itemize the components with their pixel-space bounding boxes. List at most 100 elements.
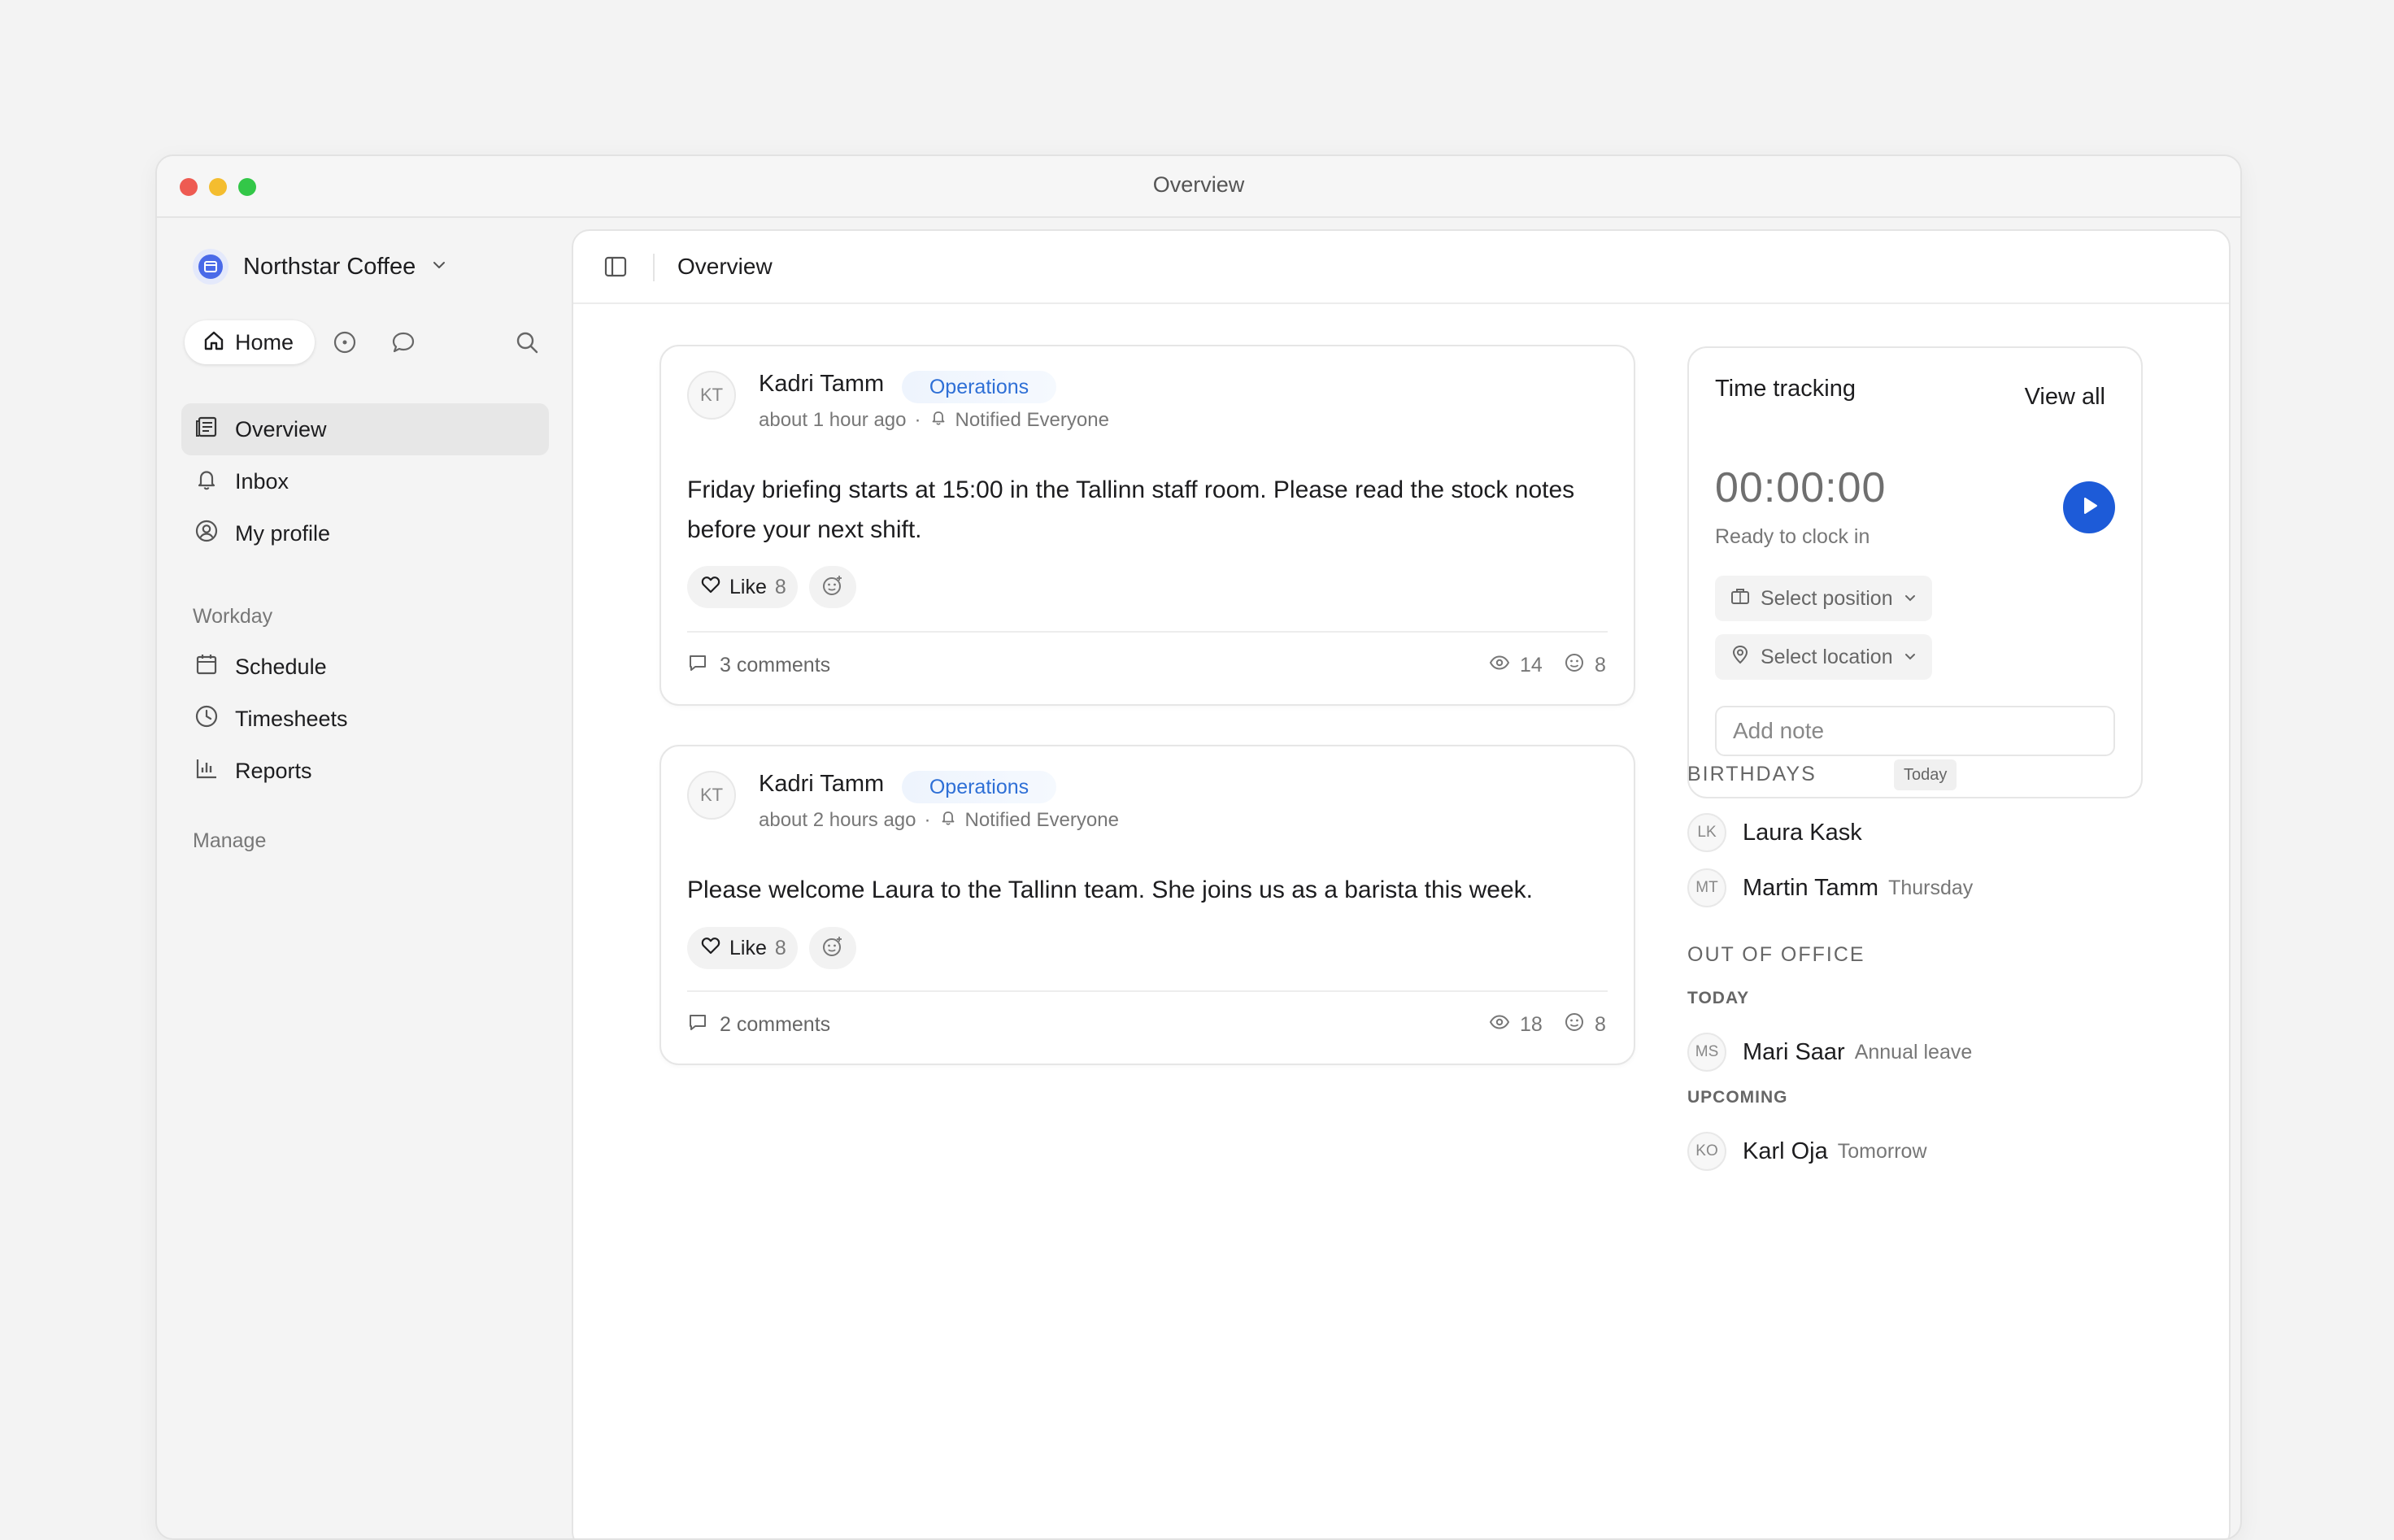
avatar: MS <box>1687 1033 1726 1072</box>
post-author[interactable]: Kadri Tamm <box>759 371 884 398</box>
smile-icon <box>1564 652 1585 679</box>
sidebar-item-label: My profile <box>235 520 331 546</box>
post-author[interactable]: Kadri Tamm <box>759 771 884 798</box>
search-icon[interactable] <box>515 330 539 355</box>
bar-chart-icon <box>194 756 219 786</box>
section-label-manage: Manage <box>193 829 267 852</box>
chevron-down-icon <box>1903 587 1917 611</box>
comments-count: 3 comments <box>720 654 831 676</box>
today-subheading: TODAY <box>1687 989 1750 1007</box>
out-of-office-person[interactable]: MS Mari Saar Annual leave <box>1687 1033 1972 1072</box>
bell-icon <box>939 808 957 832</box>
views-count: 14 <box>1520 654 1543 676</box>
post-card: KT Kadri Tamm Operations about 2 hours a… <box>659 745 1635 1065</box>
top-nav: Home <box>185 320 551 364</box>
upcoming-subheading: UPCOMING <box>1687 1088 1788 1107</box>
calendar-icon <box>194 652 219 682</box>
post-time: about 2 hours ago <box>759 808 916 831</box>
sidebar-item-schedule[interactable]: Schedule <box>181 641 549 693</box>
sidebar-item-my-profile[interactable]: My profile <box>181 507 549 559</box>
sidebar-item-reports[interactable]: Reports <box>181 745 549 797</box>
team-tag[interactable]: Operations <box>902 771 1056 803</box>
sidebar-item-timesheets[interactable]: Timesheets <box>181 693 549 745</box>
post-meta: about 1 hour ago · Notified Everyone <box>759 408 1109 432</box>
like-button[interactable]: Like 8 <box>687 566 798 608</box>
views-stat: 14 <box>1489 652 1543 679</box>
sidebar-item-inbox[interactable]: Inbox <box>181 455 549 507</box>
primary-menu: Overview Inbox My profile <box>181 403 549 559</box>
person-note: Annual leave <box>1854 1040 1973 1064</box>
chevron-down-icon <box>430 256 448 278</box>
like-button[interactable]: Like 8 <box>687 927 798 969</box>
activity-icon[interactable] <box>333 330 357 355</box>
post-body: Please welcome Laura to the Tallinn team… <box>687 877 1534 903</box>
post-meta: about 2 hours ago · Notified Everyone <box>759 808 1119 832</box>
sidebar-item-label: Timesheets <box>235 706 348 731</box>
avatar: KO <box>1687 1132 1726 1171</box>
comments-link[interactable]: 2 comments <box>687 1011 830 1038</box>
sidebar-item-label: Reports <box>235 758 312 783</box>
map-pin-icon <box>1730 644 1751 671</box>
select-location-label: Select location <box>1761 645 1893 668</box>
out-of-office-heading: OUT OF OFFICE <box>1687 943 1865 966</box>
workspace-switcher[interactable]: Northstar Coffee <box>193 249 448 285</box>
sidebar-item-label: Overview <box>235 416 327 442</box>
clock-in-button[interactable] <box>2063 481 2115 533</box>
eye-icon <box>1489 652 1510 679</box>
out-of-office-person[interactable]: KO Karl Oja Tomorrow <box>1687 1132 1927 1171</box>
workday-menu: Schedule Timesheets Reports <box>181 641 549 797</box>
post-divider <box>687 990 1608 992</box>
clock-icon <box>194 704 219 734</box>
main-header: Overview <box>573 231 2229 304</box>
notified-label: Notified Everyone <box>964 808 1119 831</box>
person-note: Tomorrow <box>1837 1139 1927 1163</box>
select-location-dropdown[interactable]: Select location <box>1715 634 1932 680</box>
chat-icon[interactable] <box>391 330 416 355</box>
chevron-down-icon <box>1903 646 1917 669</box>
eye-icon <box>1489 1011 1510 1038</box>
person-name: Martin Tamm <box>1743 874 1879 901</box>
view-all-link[interactable]: View all <box>2025 384 2105 411</box>
workspace-logo-icon <box>193 249 229 285</box>
person-note: Thursday <box>1888 876 1974 899</box>
home-tab[interactable]: Home <box>185 320 315 364</box>
reactions-stat: 8 <box>1564 1011 1606 1038</box>
add-emoji-icon <box>821 574 844 601</box>
add-reaction-button[interactable] <box>809 566 856 608</box>
like-label: Like <box>729 575 767 598</box>
timer-display: 00:00:00 <box>1715 464 1887 511</box>
sidebar-item-overview[interactable]: Overview <box>181 403 549 455</box>
post-card: KT Kadri Tamm Operations about 1 hour ag… <box>659 345 1635 706</box>
comments-link[interactable]: 3 comments <box>687 652 830 679</box>
comment-icon <box>687 652 708 679</box>
views-stat: 18 <box>1489 1011 1543 1038</box>
meta-separator: · <box>924 808 931 831</box>
reactions-count: 8 <box>1595 654 1606 676</box>
overview-icon <box>194 415 219 445</box>
post-divider <box>687 631 1608 633</box>
select-position-dropdown[interactable]: Select position <box>1715 576 1932 621</box>
main-panel: Overview KT Kadri Tamm Operations about … <box>572 229 2231 1538</box>
play-icon <box>2078 494 2100 521</box>
heart-icon <box>700 935 721 962</box>
team-tag[interactable]: Operations <box>902 371 1056 403</box>
like-count: 8 <box>774 936 786 959</box>
header-divider <box>653 254 655 281</box>
workspace-name: Northstar Coffee <box>243 253 416 280</box>
views-count: 18 <box>1520 1013 1543 1036</box>
avatar: MT <box>1687 868 1726 907</box>
birthday-person[interactable]: LK Laura Kask <box>1687 813 1862 852</box>
like-count: 8 <box>774 575 786 598</box>
sidebar-toggle-icon[interactable] <box>604 255 627 282</box>
reactions-stat: 8 <box>1564 652 1606 679</box>
birthday-person[interactable]: MT Martin Tamm Thursday <box>1687 868 1973 907</box>
comment-icon <box>687 1011 708 1038</box>
post-body: Friday briefing starts at 15:00 in the T… <box>687 476 1575 543</box>
window-title: Overview <box>1152 172 1245 197</box>
bell-icon <box>929 408 947 432</box>
post-time: about 1 hour ago <box>759 408 907 431</box>
today-badge: Today <box>1894 759 1957 790</box>
add-note-input[interactable] <box>1715 706 2115 756</box>
person-name: Laura Kask <box>1743 819 1862 846</box>
add-reaction-button[interactable] <box>809 927 856 969</box>
